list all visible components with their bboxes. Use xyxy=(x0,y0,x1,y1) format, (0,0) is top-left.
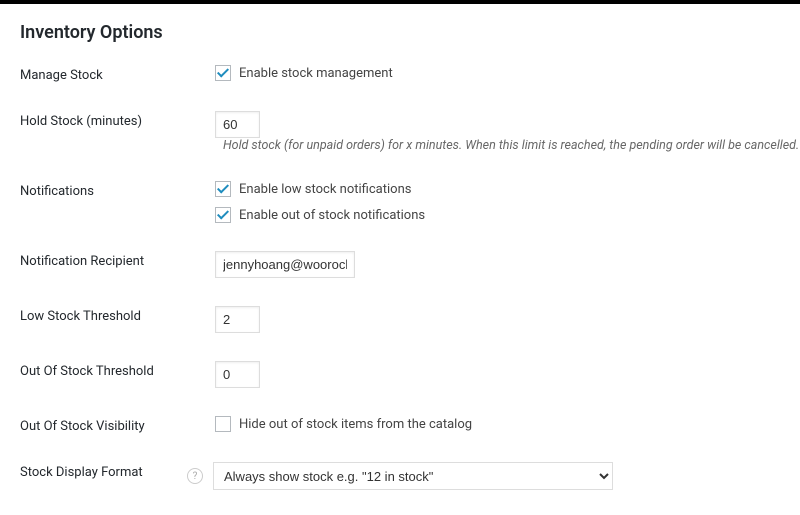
label-recipient: Notification Recipient xyxy=(20,251,215,269)
hint-hold-stock: Hold stock (for unpaid orders) for x min… xyxy=(223,138,800,153)
row-recipient: Notification Recipient xyxy=(20,251,780,278)
label-display-format: Stock Display Format xyxy=(20,462,215,480)
row-manage-stock: Manage Stock Enable stock management xyxy=(20,65,780,83)
row-display-format: Stock Display Format ? Always show stock… xyxy=(20,462,780,490)
label-oos-threshold: Out Of Stock Threshold xyxy=(20,361,215,379)
checkbox-label-manage-stock[interactable]: Enable stock management xyxy=(239,66,393,81)
row-hold-stock: Hold Stock (minutes) Hold stock (for unp… xyxy=(20,111,780,153)
row-notifications: Notifications Enable low stock notificat… xyxy=(20,181,780,223)
checkbox-oos-visibility[interactable] xyxy=(215,416,231,432)
label-hold-stock: Hold Stock (minutes) xyxy=(20,111,215,129)
input-recipient[interactable] xyxy=(215,251,355,278)
row-low-threshold: Low Stock Threshold xyxy=(20,306,780,333)
checkbox-manage-stock[interactable] xyxy=(215,65,231,81)
checkbox-oos-notif[interactable] xyxy=(215,207,231,223)
label-low-threshold: Low Stock Threshold xyxy=(20,306,215,324)
checkbox-label-oos-notif[interactable]: Enable out of stock notifications xyxy=(239,208,425,223)
checkbox-label-low-stock-notif[interactable]: Enable low stock notifications xyxy=(239,182,411,197)
page-title: Inventory Options xyxy=(20,22,780,43)
input-hold-stock[interactable] xyxy=(215,111,260,138)
label-manage-stock: Manage Stock xyxy=(20,65,215,83)
input-low-threshold[interactable] xyxy=(215,306,260,333)
label-oos-visibility: Out Of Stock Visibility xyxy=(20,416,215,434)
help-icon[interactable]: ? xyxy=(187,468,203,484)
row-oos-threshold: Out Of Stock Threshold xyxy=(20,361,780,388)
row-oos-visibility: Out Of Stock Visibility Hide out of stoc… xyxy=(20,416,780,434)
checkbox-label-oos-visibility[interactable]: Hide out of stock items from the catalog xyxy=(239,417,472,432)
input-oos-threshold[interactable] xyxy=(215,361,260,388)
settings-panel: Inventory Options Manage Stock Enable st… xyxy=(0,4,800,515)
select-display-format[interactable]: Always show stock e.g. "12 in stock" xyxy=(213,462,613,490)
checkbox-low-stock-notif[interactable] xyxy=(215,181,231,197)
label-notifications: Notifications xyxy=(20,181,215,199)
